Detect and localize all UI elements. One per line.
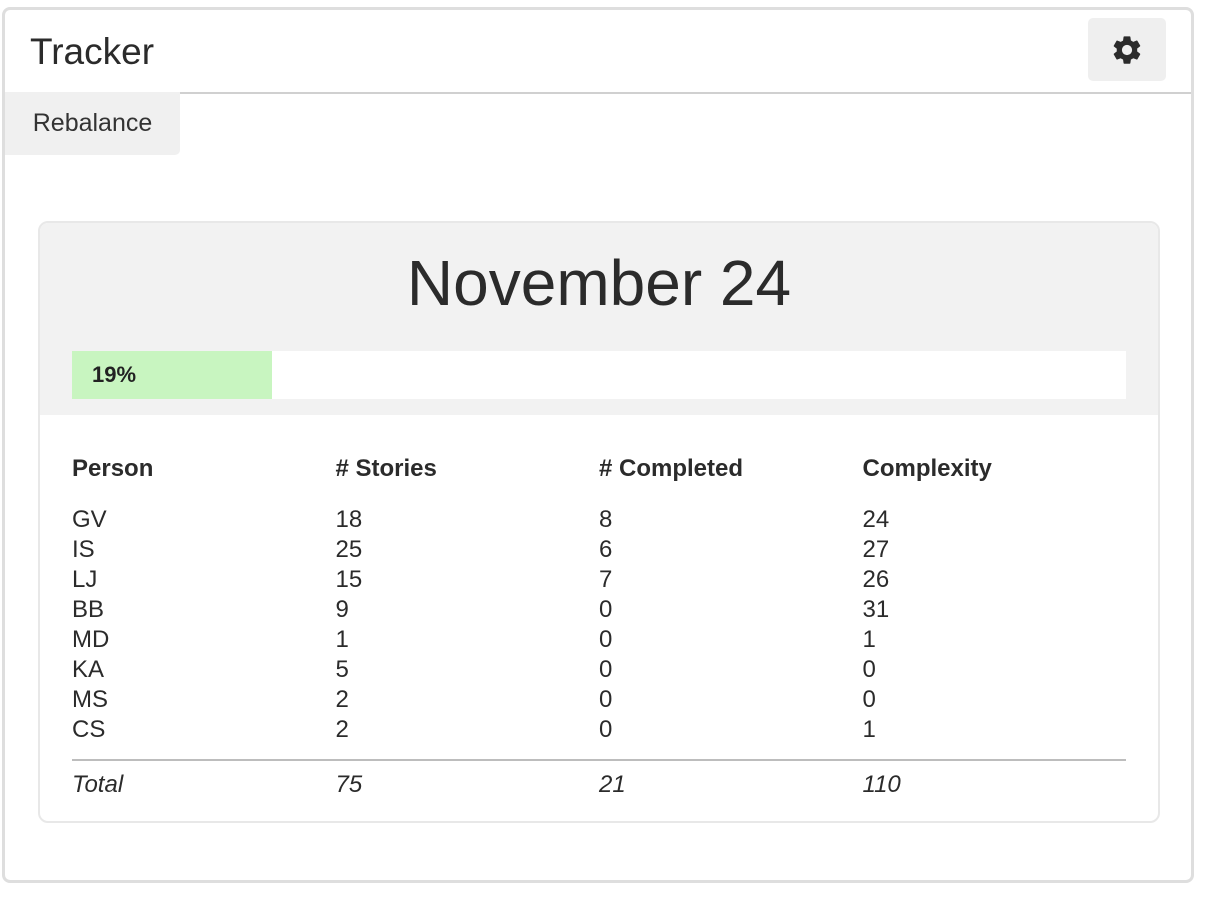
cell-completed: 6: [599, 536, 613, 563]
total-stories: 75: [335, 759, 599, 809]
cell-stories: 5: [335, 656, 349, 683]
cell-stories: 15: [335, 566, 363, 593]
rebalance-button[interactable]: Rebalance: [5, 92, 180, 155]
table-row: MS 2 0 0: [72, 685, 1126, 715]
progress-label: 19%: [92, 362, 137, 387]
cell-completed: 8: [599, 506, 613, 533]
cell-complexity: 31: [862, 596, 890, 623]
cell-stories: 18: [335, 506, 363, 533]
sprint-date: November 24: [406, 247, 792, 319]
column-header-person: Person: [72, 455, 154, 482]
cell-complexity: 0: [862, 686, 876, 713]
cell-person: KA: [72, 656, 105, 683]
cell-complexity: 27: [862, 536, 890, 563]
cell-complexity: 0: [862, 656, 876, 683]
table-row: BB 9 0 31: [72, 595, 1126, 625]
table-row: MD 1 0 1: [72, 625, 1126, 655]
total-label: Total: [72, 759, 336, 809]
table-spacer: [72, 745, 1126, 760]
cell-complexity: 1: [862, 626, 876, 653]
cell-completed: 0: [599, 656, 613, 683]
gear-icon: [1113, 35, 1141, 64]
cell-complexity: 26: [862, 566, 890, 593]
total-completed: 21: [599, 759, 863, 809]
cell-stories: 2: [335, 716, 349, 743]
header-bar: Tracker: [5, 10, 1191, 94]
table-row: GV 18 8 24: [72, 505, 1126, 535]
cell-completed: 0: [599, 686, 613, 713]
total-complexity: 110: [862, 759, 1126, 809]
cell-stories: 25: [335, 536, 363, 563]
cell-person: GV: [72, 506, 107, 533]
table-row: IS 25 6 27: [72, 535, 1126, 565]
cell-completed: 0: [599, 716, 613, 743]
cell-person: LJ: [72, 566, 98, 593]
settings-button[interactable]: [1088, 18, 1166, 81]
cell-stories: 1: [335, 626, 349, 653]
cell-person: MD: [72, 626, 110, 653]
column-header-completed: # Completed: [599, 455, 744, 482]
cell-stories: 9: [335, 596, 349, 623]
stats-table: Person # Stories # Completed Complexity …: [72, 443, 1126, 809]
cell-person: IS: [72, 536, 95, 563]
cell-completed: 0: [599, 596, 613, 623]
cell-completed: 7: [599, 566, 613, 593]
table-row: KA 5 0 0: [72, 655, 1126, 685]
table-total-row: Total 75 21 110: [72, 759, 1126, 809]
cell-person: BB: [72, 596, 105, 623]
cell-completed: 0: [599, 626, 613, 653]
column-header-complexity: Complexity: [862, 455, 992, 482]
table-spacer: [72, 495, 1126, 505]
sprint-card: November 24 19% Person # Stories # Compl…: [38, 221, 1160, 823]
page-title: Tracker: [30, 31, 155, 72]
table-header-row: Person # Stories # Completed Complexity: [72, 443, 1126, 495]
column-header-stories: # Stories: [335, 455, 437, 482]
table-row: LJ 15 7 26: [72, 565, 1126, 595]
cell-complexity: 1: [862, 716, 876, 743]
tracker-window: Tracker Rebalance November 24 19% Person…: [2, 7, 1194, 883]
cell-person: CS: [72, 716, 106, 743]
card-header: November 24 19%: [40, 223, 1158, 415]
cell-complexity: 24: [862, 506, 890, 533]
cell-stories: 2: [335, 686, 349, 713]
progress-bar: 19%: [72, 351, 1126, 399]
cell-person: MS: [72, 686, 108, 713]
table-row: CS 2 0 1: [72, 715, 1126, 745]
